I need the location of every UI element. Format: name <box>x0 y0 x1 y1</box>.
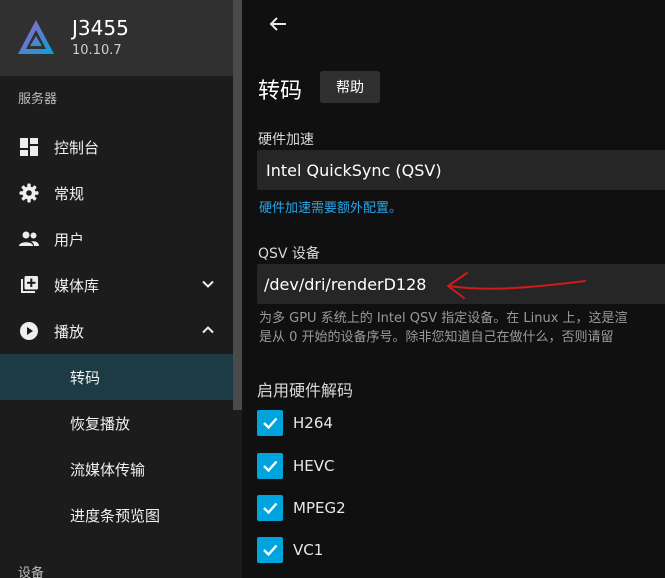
sidebar-item-label: 用户 <box>54 230 85 249</box>
codec-label: VC1 <box>293 541 324 559</box>
qsv-device-label: QSV 设备 <box>258 246 320 262</box>
hw-accel-select[interactable]: Intel QuickSync (QSV) <box>257 150 665 190</box>
sidebar-item-general[interactable]: 常规 <box>0 170 242 216</box>
codec-label: MPEG2 <box>293 499 346 517</box>
sidebar-item-label: 播放 <box>54 322 85 341</box>
sidebar-item-users[interactable]: 用户 <box>0 216 242 262</box>
section-devices-title: 设备 <box>18 566 45 578</box>
help-button[interactable]: 帮助 <box>320 71 380 103</box>
checkbox-checked-icon[interactable] <box>257 453 283 479</box>
server-info: J3455 10.10.7 <box>72 16 129 60</box>
main-content: 转码 帮助 硬件加速 Intel QuickSync (QSV) 硬件加速需要额… <box>242 0 665 578</box>
codec-label: H264 <box>293 414 333 432</box>
chevron-down-icon[interactable] <box>200 276 216 292</box>
sidebar-item-label: 媒体库 <box>54 276 100 295</box>
dashboard-icon <box>18 136 40 158</box>
red-arrow-annotation-icon <box>447 272 586 299</box>
server-header[interactable]: J3455 10.10.7 <box>0 0 242 76</box>
library-add-icon <box>18 274 40 296</box>
page-title: 转码 <box>258 79 303 104</box>
checkbox-checked-icon[interactable] <box>257 495 283 521</box>
checkbox-checked-icon[interactable] <box>257 410 283 436</box>
gear-icon <box>18 182 40 204</box>
chevron-up-icon[interactable] <box>200 322 216 338</box>
codec-checkbox-h264[interactable]: H264 <box>257 409 333 437</box>
hw-accel-help-link[interactable]: 硬件加速需要额外配置。 <box>259 197 402 216</box>
codec-checkbox-hevc[interactable]: HEVC <box>257 452 335 480</box>
play-circle-icon <box>18 320 40 342</box>
qsv-device-value: /dev/dri/renderD128 <box>264 274 427 294</box>
checkbox-checked-icon[interactable] <box>257 537 283 563</box>
server-name: J3455 <box>72 16 129 40</box>
users-icon <box>18 228 40 250</box>
codec-checkbox-mpeg2[interactable]: MPEG2 <box>257 494 346 522</box>
sidebar-subitem-transcoding[interactable]: 转码 <box>0 354 242 400</box>
hw-decode-heading: 启用硬件解码 <box>257 381 354 400</box>
sidebar-item-label: 控制台 <box>54 138 100 157</box>
qsv-device-description-line1: 为多 GPU 系统上的 Intel QSV 指定设备。在 Linux 上，这是渲 <box>259 311 628 326</box>
sidebar-subitem-resume[interactable]: 恢复播放 <box>0 400 242 446</box>
sidebar-subitem-trickplay[interactable]: 进度条预览图 <box>0 492 242 538</box>
jellyfin-logo-icon <box>18 20 54 54</box>
server-version: 10.10.7 <box>72 43 122 58</box>
codec-label: HEVC <box>293 457 335 475</box>
hw-accel-label: 硬件加速 <box>258 132 314 148</box>
back-arrow-icon[interactable] <box>266 12 290 36</box>
hw-accel-value: Intel QuickSync (QSV) <box>266 160 442 180</box>
qsv-device-description-line2: 是从 0 开始的设备序号。除非您知道自己在做什么，否则请留 <box>259 330 614 345</box>
sidebar-scrollbar[interactable] <box>233 0 242 410</box>
sidebar-item-dashboard[interactable]: 控制台 <box>0 124 242 170</box>
section-server-title: 服务器 <box>18 92 58 107</box>
sidebar: J3455 10.10.7 服务器 控制台 常规 用户 媒体库 播放 转码 恢复… <box>0 0 242 578</box>
sidebar-item-libraries[interactable]: 媒体库 <box>0 262 242 308</box>
sidebar-item-label: 常规 <box>54 184 85 203</box>
sidebar-item-playback[interactable]: 播放 <box>0 308 242 354</box>
sidebar-subitem-streaming[interactable]: 流媒体传输 <box>0 446 242 492</box>
codec-checkbox-vc1[interactable]: VC1 <box>257 536 323 564</box>
